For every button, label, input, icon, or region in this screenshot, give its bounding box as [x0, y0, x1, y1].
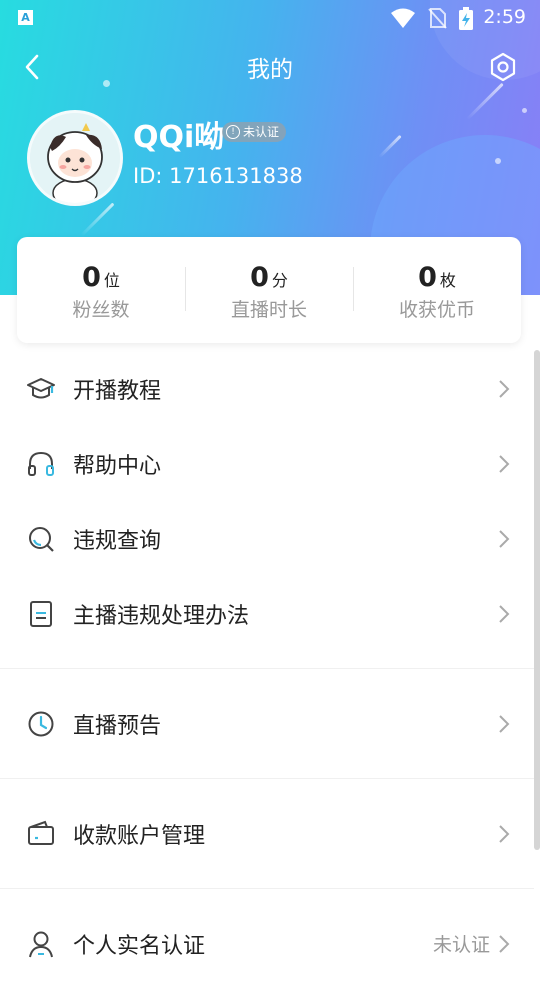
menu-item-real-name-verification[interactable]: 个人实名认证 未认证 — [0, 906, 534, 981]
wifi-icon — [391, 8, 415, 28]
menu-item-label: 开播教程 — [73, 378, 162, 404]
chevron-right-icon — [499, 604, 510, 623]
stat-unit: 分 — [271, 271, 288, 290]
user-id: ID: 1716131838 — [133, 164, 303, 188]
menu-item-violation-rules[interactable]: 主播违规处理办法 — [0, 576, 534, 651]
decorative-streak — [378, 134, 402, 159]
chevron-right-icon — [499, 529, 510, 548]
menu-item-label: 主播违规处理办法 — [73, 603, 250, 629]
stat-coins[interactable]: 0枚 收获优币 — [353, 237, 521, 343]
user-icon — [29, 931, 53, 957]
status-bar: A 2:59 — [0, 0, 540, 36]
menu-item-label: 违规查询 — [73, 528, 162, 554]
decorative-dot — [522, 108, 527, 113]
section-divider — [0, 888, 534, 889]
decorative-dot — [495, 158, 501, 164]
settings-icon[interactable] — [488, 52, 518, 82]
stat-unit: 枚 — [439, 271, 456, 290]
wallet-icon — [28, 820, 54, 845]
menu-item-payment-account[interactable]: 收款账户管理 — [0, 796, 534, 871]
chevron-right-icon — [499, 379, 510, 398]
battery-charging-icon — [459, 7, 473, 30]
nav-bar: 我的 — [0, 36, 540, 98]
user-name: QQi呦 — [133, 120, 225, 155]
avatar[interactable] — [27, 110, 123, 206]
stats-card: 0位 粉丝数 0分 直播时长 0枚 收获优币 — [17, 237, 521, 343]
menu-item-help-center[interactable]: 帮助中心 — [0, 426, 534, 501]
menu-item-violation-query[interactable]: 违规查询 — [0, 501, 534, 576]
no-sim-icon — [428, 8, 447, 29]
search-icon — [29, 526, 54, 552]
chevron-right-icon — [499, 934, 510, 953]
stat-fans[interactable]: 0位 粉丝数 — [17, 237, 185, 343]
chevron-right-icon — [499, 714, 510, 733]
menu-item-label: 帮助中心 — [73, 453, 162, 479]
menu-item-label: 收款账户管理 — [73, 823, 206, 849]
menu-item-live-preview[interactable]: 直播预告 — [0, 686, 534, 761]
chevron-right-icon — [499, 454, 510, 473]
menu-list: 开播教程 帮助中心 违规查询 主播违规处理办法 直播预告 收款账户管理 个人实名… — [0, 351, 534, 981]
section-divider — [0, 668, 534, 669]
stat-live-duration[interactable]: 0分 直播时长 — [185, 237, 353, 343]
section-divider — [0, 778, 534, 779]
stat-value: 0 — [418, 262, 437, 293]
info-icon: ! — [226, 125, 240, 139]
document-icon — [30, 600, 52, 627]
menu-item-label: 个人实名认证 — [73, 933, 206, 959]
stat-value: 0 — [82, 262, 101, 293]
verification-badge-label: 未认证 — [243, 125, 280, 139]
cow-avatar-image — [30, 113, 120, 203]
decorative-streak — [80, 202, 115, 237]
page-title: 我的 — [247, 57, 293, 83]
clock-icon — [28, 711, 54, 736]
headphones-icon — [28, 451, 54, 476]
chevron-right-icon — [499, 824, 510, 843]
stat-label: 直播时长 — [230, 299, 307, 321]
stat-label: 收获优币 — [398, 299, 475, 321]
stat-value: 0 — [250, 262, 269, 293]
stat-label: 粉丝数 — [72, 299, 130, 321]
app-notification-icon: A — [18, 10, 33, 25]
clock-time: 2:59 — [483, 6, 526, 28]
graduation-cap-icon — [27, 377, 55, 398]
stat-unit: 位 — [103, 271, 120, 290]
menu-item-label: 直播预告 — [73, 713, 162, 739]
verification-status: 未认证 — [432, 934, 490, 956]
menu-item-streaming-tutorial[interactable]: 开播教程 — [0, 351, 534, 426]
scrollbar[interactable] — [534, 350, 540, 850]
verification-badge[interactable]: ! 未认证 — [222, 122, 287, 142]
